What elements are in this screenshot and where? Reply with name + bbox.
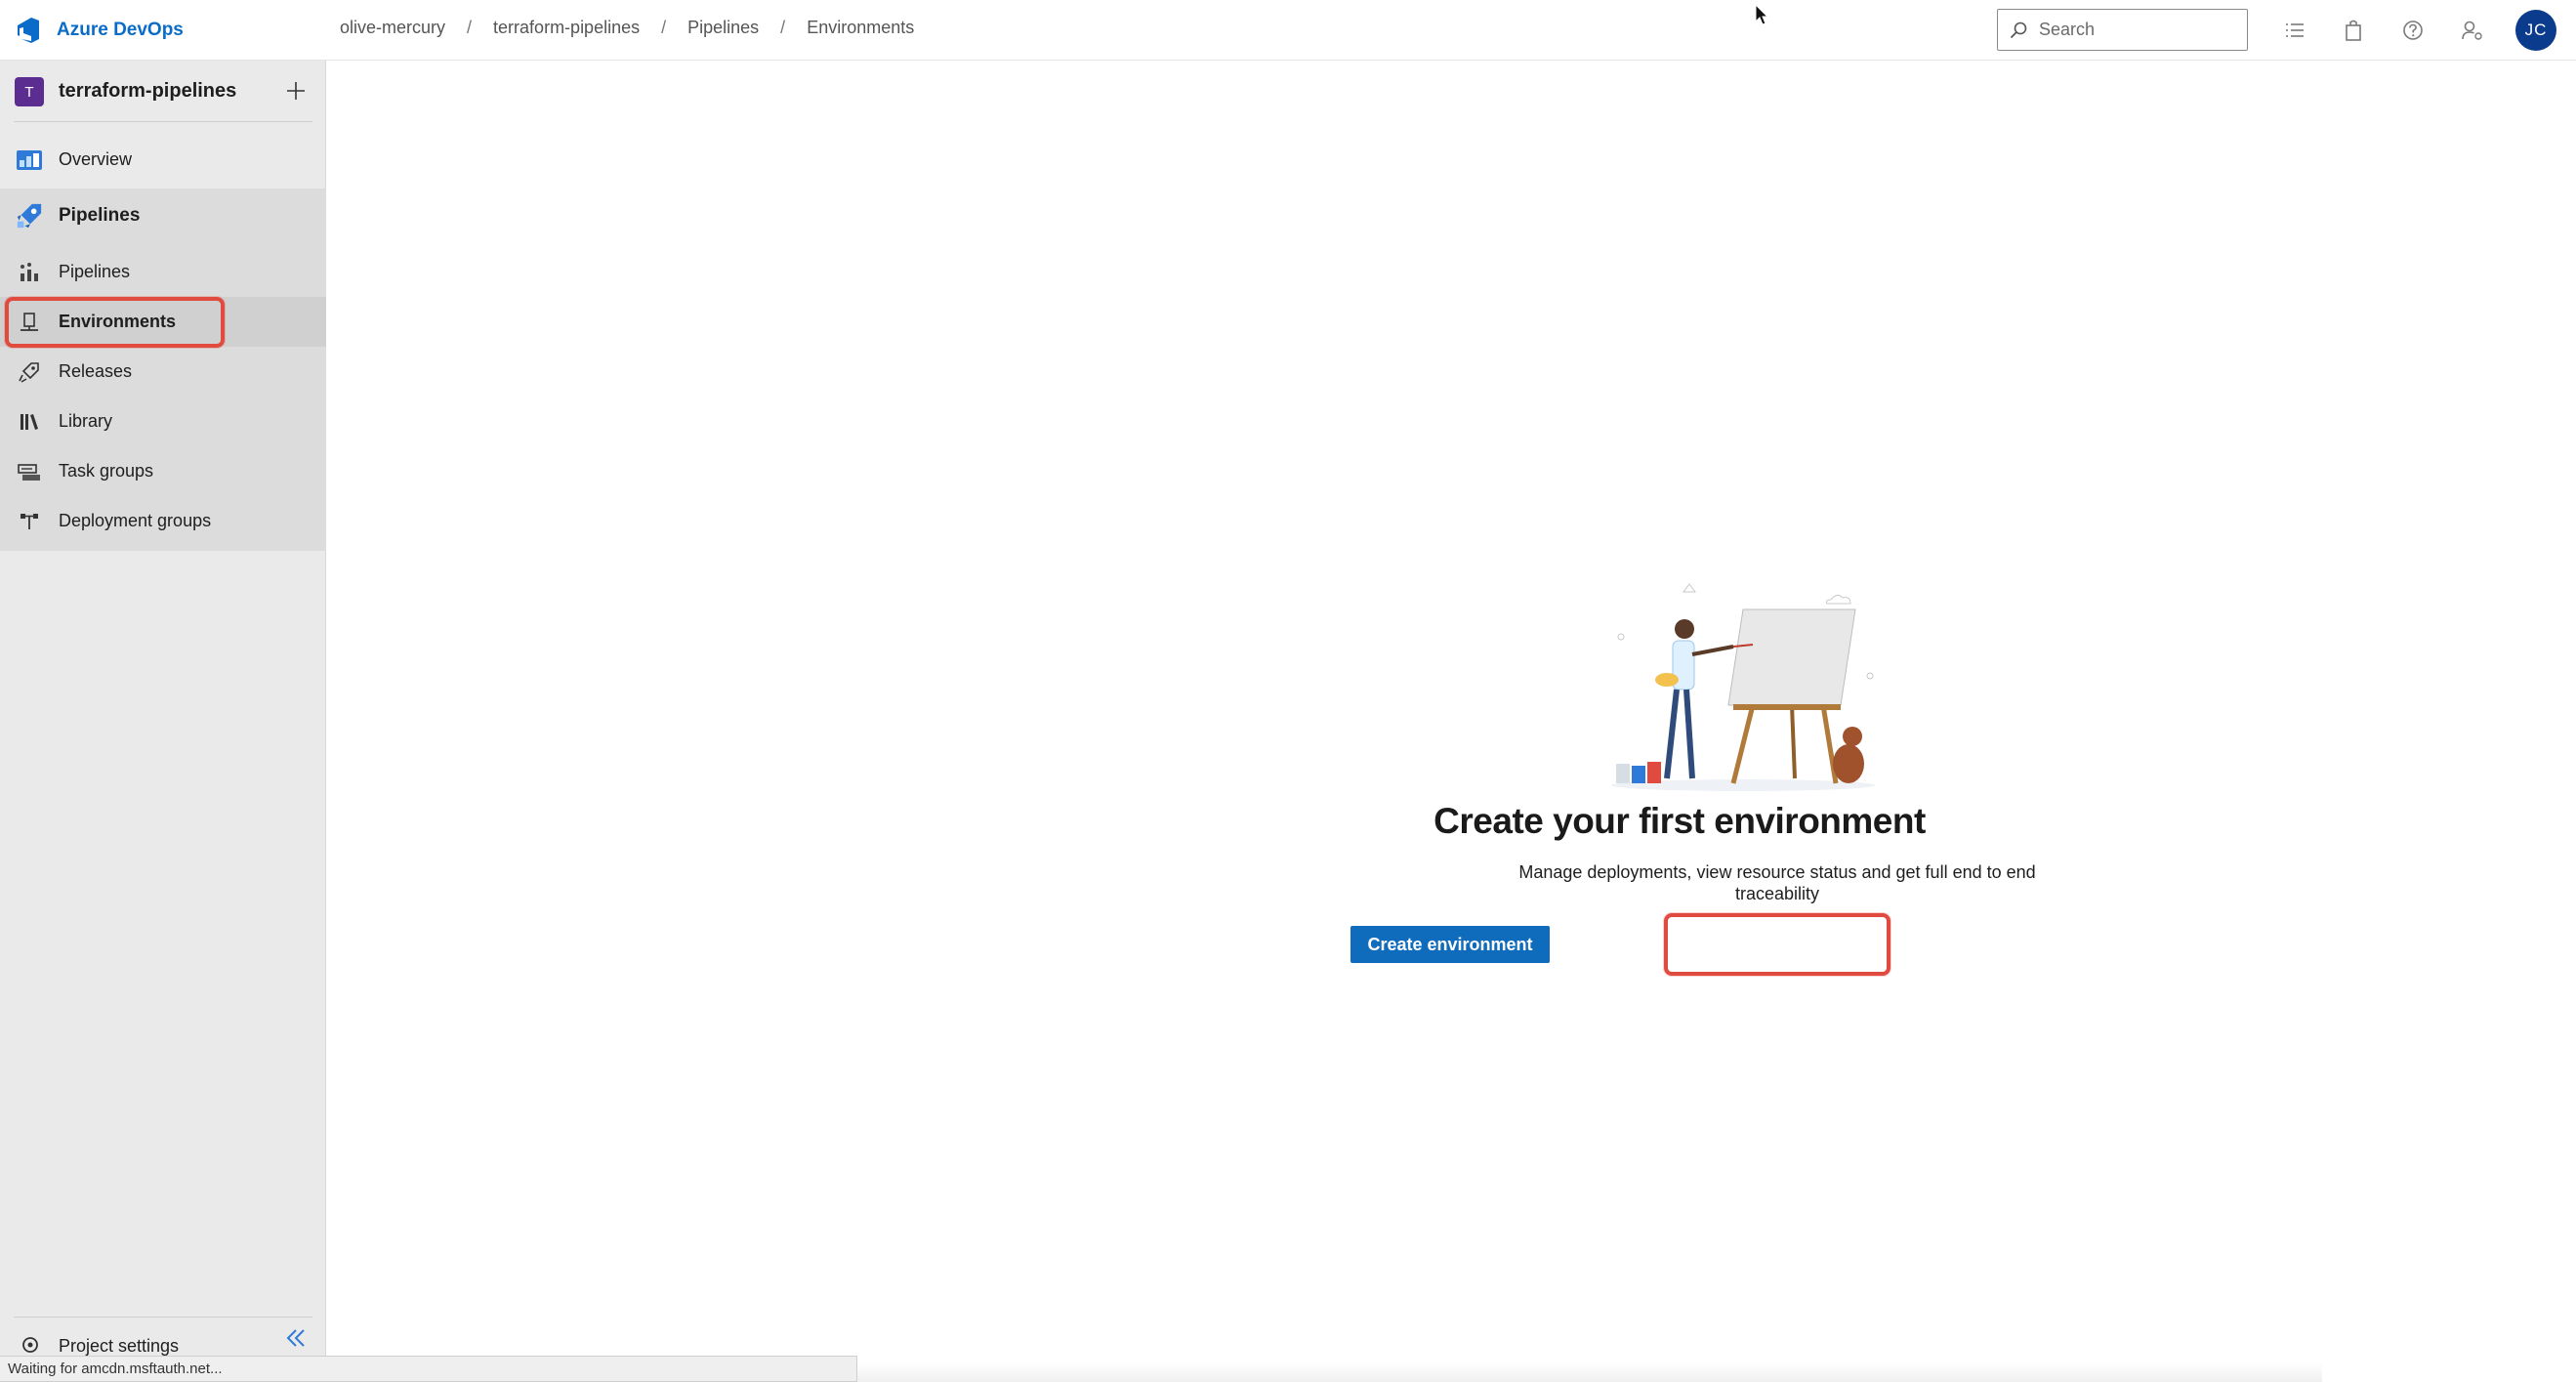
brand-link[interactable]: Azure DevOps <box>14 14 184 47</box>
marketplace-bag-icon[interactable] <box>2341 18 2366 43</box>
search-input[interactable] <box>2037 19 2223 41</box>
pipelines-icon <box>16 259 43 286</box>
sidebar-item-label: Overview <box>59 149 133 169</box>
mouse-cursor-icon <box>1755 4 1769 25</box>
help-icon[interactable] <box>2400 18 2426 43</box>
breadcrumb-separator: / <box>467 18 473 37</box>
left-sidebar: T terraform-pipelines Overview Pipelines… <box>0 61 326 1382</box>
divider <box>14 1317 312 1318</box>
sidebar-item-label: Pipelines <box>59 262 131 281</box>
library-icon <box>16 408 43 436</box>
overview-icon <box>16 147 43 174</box>
sidebar-item-label: Pipelines <box>59 204 141 226</box>
empty-state-description: Manage deployments, view resource status… <box>1372 861 2182 904</box>
project-settings-label: Project settings <box>59 1336 180 1356</box>
painter-illustration <box>1611 583 1875 791</box>
sidebar-item-label: Releases <box>59 361 133 381</box>
sidebar-item-pipelines-hub[interactable]: Pipelines <box>0 190 326 240</box>
sidebar-item-label: Task groups <box>59 461 154 481</box>
breadcrumb-pipelines[interactable]: Pipelines <box>687 18 759 38</box>
sidebar-item-deployment-groups[interactable]: Deployment groups <box>0 496 326 546</box>
create-environment-button[interactable]: Create environment <box>1350 926 1550 963</box>
work-items-icon[interactable] <box>2282 18 2307 43</box>
breadcrumb: olive-mercury / terraform-pipelines / Pi… <box>340 18 914 38</box>
sidebar-item-pipelines[interactable]: Pipelines <box>0 247 326 297</box>
user-avatar[interactable]: JC <box>2515 10 2556 51</box>
search-icon <box>2010 21 2027 38</box>
project-badge[interactable]: T <box>15 77 44 106</box>
add-icon[interactable] <box>281 76 311 105</box>
azure-devops-logo-icon <box>18 18 39 43</box>
top-header: Azure DevOps olive-mercury / terraform-p… <box>0 0 2576 61</box>
breadcrumb-separator: / <box>780 18 786 37</box>
releases-icon <box>16 358 43 386</box>
project-header: T terraform-pipelines <box>0 61 326 121</box>
sidebar-item-label: Library <box>59 411 113 431</box>
breadcrumb-project[interactable]: terraform-pipelines <box>493 18 640 38</box>
breadcrumb-separator: / <box>661 18 667 37</box>
bottom-shadow <box>857 1362 2322 1382</box>
brand-name: Azure DevOps <box>57 20 184 40</box>
empty-state-description-line: traceability <box>1734 884 1820 903</box>
user-settings-icon[interactable] <box>2460 18 2485 43</box>
sidebar-item-label: Deployment groups <box>59 511 212 530</box>
gear-icon <box>22 1337 38 1353</box>
breadcrumb-organization[interactable]: olive-mercury <box>340 18 445 38</box>
breadcrumb-environments[interactable]: Environments <box>807 18 914 38</box>
collapse-sidebar-icon[interactable] <box>282 1326 310 1352</box>
empty-state-description-line: Manage deployments, view resource status… <box>1518 862 2036 882</box>
sidebar-item-releases[interactable]: Releases <box>0 347 326 397</box>
sidebar-item-overview[interactable]: Overview <box>0 135 326 185</box>
pipelines-rocket-icon <box>16 202 43 230</box>
project-name[interactable]: terraform-pipelines <box>59 80 236 103</box>
search-box[interactable] <box>1997 9 2248 51</box>
task-groups-icon <box>16 458 43 485</box>
sidebar-item-task-groups[interactable]: Task groups <box>0 446 326 496</box>
create-environment-highlight-box <box>1664 913 1890 976</box>
environments-highlight-box <box>5 297 225 348</box>
sidebar-item-library[interactable]: Library <box>0 397 326 446</box>
deployment-groups-icon <box>16 508 43 535</box>
divider <box>14 121 312 122</box>
main-content: Create your first environment Manage dep… <box>327 61 2576 1382</box>
empty-state-title: Create your first environment <box>1433 801 1926 841</box>
